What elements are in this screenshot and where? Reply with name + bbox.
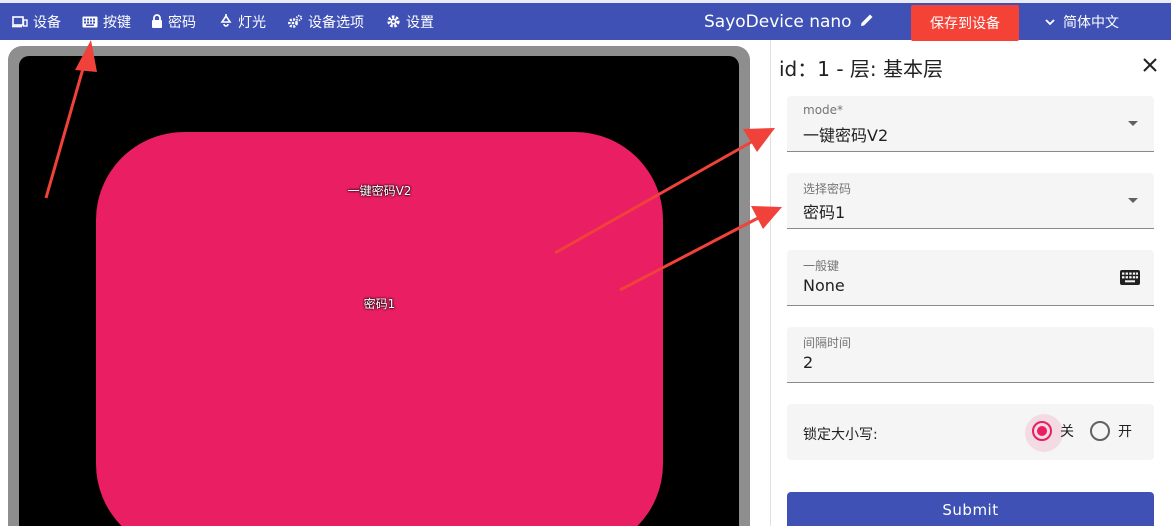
nav-password[interactable]: 密码 bbox=[151, 3, 196, 40]
gears-icon bbox=[287, 14, 303, 29]
nav-keys[interactable]: 按键 bbox=[82, 3, 131, 40]
normal-key-field[interactable]: 一般键 None bbox=[787, 250, 1154, 306]
mode-value: 一键密码V2 bbox=[803, 126, 889, 145]
caps-lock-on-radio[interactable]: 开 bbox=[1090, 421, 1132, 441]
save-to-device-button[interactable]: 保存到设备 bbox=[911, 5, 1019, 41]
close-icon[interactable] bbox=[1138, 53, 1162, 77]
password-label: 选择密码 bbox=[803, 182, 852, 196]
nav-device-options[interactable]: 设备选项 bbox=[287, 3, 364, 40]
normal-key-label: 一般键 bbox=[803, 259, 840, 273]
key-mode-text: 一键密码V2 bbox=[347, 184, 412, 198]
edit-pencil-icon[interactable] bbox=[860, 12, 874, 32]
device-key[interactable]: 一键密码V2 密码1 bbox=[96, 132, 663, 526]
lock-icon bbox=[151, 14, 163, 29]
caps-lock-off-radio[interactable]: 关 bbox=[1025, 414, 1074, 452]
keyboard-icon bbox=[82, 16, 98, 28]
chevron-down-icon bbox=[1045, 14, 1055, 30]
language-select[interactable]: 简体中文 bbox=[1045, 3, 1119, 40]
top-app-bar: 设备 按键 密码 灯光 设备选项 设置 SayoDevice nano 保存到设… bbox=[0, 0, 1171, 41]
nav-keys-label: 按键 bbox=[103, 14, 131, 31]
submit-button[interactable]: Submit bbox=[787, 492, 1154, 526]
caps-lock-group: 锁定大小写: 关 开 bbox=[787, 404, 1154, 460]
language-label: 简体中文 bbox=[1063, 14, 1119, 31]
interval-field[interactable]: 间隔时间 2 bbox=[787, 327, 1154, 383]
mode-select[interactable]: mode* 一键密码V2 bbox=[787, 96, 1154, 152]
normal-key-value: None bbox=[803, 276, 845, 295]
gear-icon bbox=[386, 14, 401, 29]
keyboard-icon[interactable] bbox=[1120, 270, 1140, 290]
nav-password-label: 密码 bbox=[168, 14, 196, 31]
mode-label: mode* bbox=[803, 103, 844, 117]
device-name-text: SayoDevice nano bbox=[704, 11, 852, 32]
nav-lighting-label: 灯光 bbox=[238, 14, 266, 31]
password-value: 密码1 bbox=[803, 203, 846, 222]
lightbulb-icon bbox=[219, 14, 233, 29]
dropdown-arrow-icon bbox=[1128, 198, 1138, 203]
nav-device-options-label: 设备选项 bbox=[308, 14, 364, 31]
caps-lock-on-label: 开 bbox=[1118, 424, 1132, 440]
nav-lighting[interactable]: 灯光 bbox=[219, 3, 266, 40]
nav-devices-label: 设备 bbox=[33, 14, 61, 31]
panel-title: id：1 - 层: 基本层 bbox=[779, 57, 944, 81]
caps-lock-label: 锁定大小写: bbox=[803, 427, 878, 443]
dropdown-arrow-icon bbox=[1128, 121, 1138, 126]
nav-devices[interactable]: 设备 bbox=[12, 3, 61, 40]
nav-settings-label: 设置 bbox=[406, 14, 434, 31]
interval-value: 2 bbox=[803, 353, 814, 372]
nav-settings[interactable]: 设置 bbox=[386, 3, 434, 40]
password-select[interactable]: 选择密码 密码1 bbox=[787, 173, 1154, 229]
devices-icon bbox=[12, 15, 28, 29]
device-name[interactable]: SayoDevice nano bbox=[704, 3, 874, 40]
interval-label: 间隔时间 bbox=[803, 336, 852, 350]
radio-checked-icon[interactable] bbox=[1025, 414, 1063, 452]
panel-divider bbox=[770, 40, 771, 526]
key-password-text: 密码1 bbox=[363, 297, 396, 311]
radio-unchecked-icon[interactable] bbox=[1090, 421, 1110, 441]
